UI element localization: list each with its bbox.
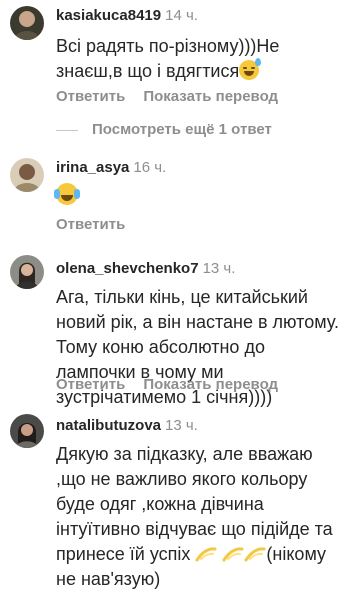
reply-button[interactable]: Ответить: [56, 216, 125, 233]
face-with-tears-of-joy-emoji: [54, 183, 80, 205]
dizzy-emoji: [222, 547, 244, 562]
comment-actions: Ответить Показать перевод: [56, 376, 278, 394]
comment-actions: Ответить Показать перевод: [56, 88, 278, 106]
dizzy-emoji: [244, 547, 266, 562]
comment-text: Дякую за підказку, але вважаю ,що не важ…: [56, 442, 341, 592]
username[interactable]: kasiakuca8419: [56, 7, 161, 24]
comment-text: Всі радять по-різному)))Не знаєш,в що і …: [56, 34, 341, 84]
timestamp: 13 ч.: [165, 417, 198, 434]
avatar-photo: [10, 158, 44, 192]
avatar[interactable]: [10, 414, 44, 448]
avatar[interactable]: [10, 255, 44, 289]
comment-meta: irina_asya 16 ч.: [56, 159, 166, 177]
username[interactable]: natalibutuzova: [56, 417, 161, 434]
timestamp: 14 ч.: [165, 7, 198, 24]
comment-text: [54, 183, 341, 209]
reply-button[interactable]: Ответить: [56, 376, 125, 393]
more-replies-label: Посмотреть ещё 1 ответ: [92, 121, 272, 138]
avatar[interactable]: [10, 158, 44, 192]
avatar-photo: [10, 255, 44, 289]
comment-meta: olena_shevchenko7 13 ч.: [56, 260, 235, 278]
username[interactable]: irina_asya: [56, 159, 129, 176]
comment-meta: kasiakuca8419 14 ч.: [56, 7, 198, 25]
avatar[interactable]: [10, 6, 44, 40]
avatar-photo: [10, 414, 44, 448]
view-more-replies-button[interactable]: Посмотреть ещё 1 ответ: [56, 121, 272, 138]
avatar-photo: [10, 6, 44, 40]
comment-actions: Ответить: [56, 216, 125, 234]
username[interactable]: olena_shevchenko7: [56, 260, 199, 277]
comment-meta: natalibutuzova 13 ч.: [56, 417, 198, 435]
show-translation-button[interactable]: Показать перевод: [143, 88, 278, 105]
timestamp: 16 ч.: [133, 159, 167, 176]
comments-screen: kasiakuca8419 14 ч. Всі радять по-різному…: [0, 0, 354, 600]
grinning-face-with-sweat-emoji: [239, 58, 262, 80]
dizzy-emoji: [195, 547, 217, 562]
show-translation-button[interactable]: Показать перевод: [143, 376, 278, 393]
timestamp: 13 ч.: [202, 260, 236, 277]
reply-button[interactable]: Ответить: [56, 88, 125, 105]
more-replies-line: [56, 129, 78, 131]
